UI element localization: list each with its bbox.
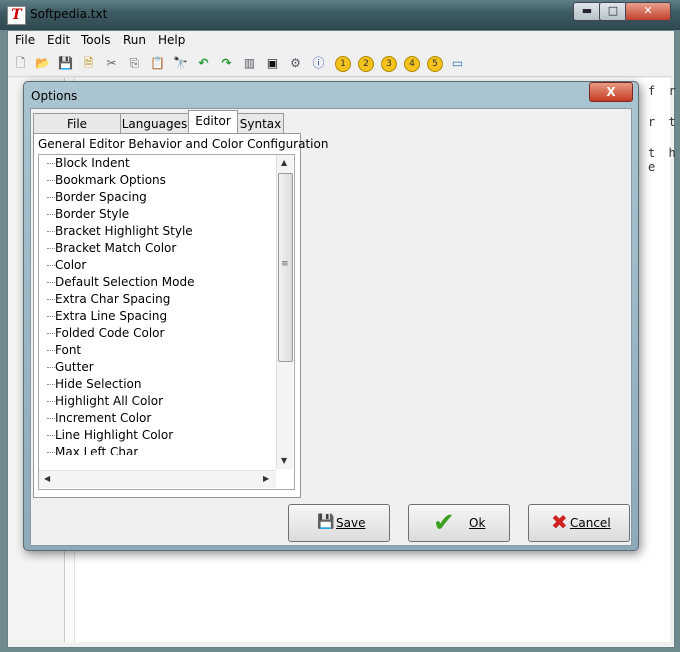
tree-connector xyxy=(47,180,55,182)
tree-connector xyxy=(47,265,55,267)
tree-connector xyxy=(47,384,55,386)
terminal-icon[interactable]: ▣ xyxy=(264,55,281,72)
tree-connector xyxy=(47,214,55,216)
cancel-button[interactable]: ✖ Cancel xyxy=(528,504,630,542)
grip-icon: ≡ xyxy=(281,259,289,269)
tree-connector xyxy=(47,333,55,335)
dialog-title: Options xyxy=(31,89,78,103)
tree-item[interactable]: Extra Line Spacing xyxy=(55,308,167,325)
ok-label: Ok xyxy=(469,516,486,530)
open-icon[interactable]: 📂 xyxy=(34,55,51,72)
minimize-button[interactable]: ▬ xyxy=(573,2,601,21)
redo-icon[interactable]: ↷ xyxy=(218,55,235,72)
editor-line: r t xyxy=(648,115,679,129)
tree-connector xyxy=(47,452,55,454)
tree-item[interactable]: Color xyxy=(55,257,86,274)
tree-connector xyxy=(47,248,55,250)
tree-item[interactable]: Folded Code Color xyxy=(55,325,164,342)
menu-run[interactable]: Run xyxy=(123,33,146,47)
tab-syntax[interactable]: Syntax xyxy=(237,113,284,134)
undo-icon[interactable]: ↶ xyxy=(195,55,212,72)
maximize-button[interactable]: □ xyxy=(599,2,627,21)
save-icon[interactable]: 💾 xyxy=(57,55,74,72)
num-4-icon[interactable]: 4 xyxy=(404,56,420,72)
tree-item[interactable]: Default Selection Mode xyxy=(55,274,194,291)
gear-icon[interactable]: ⚙ xyxy=(287,55,304,72)
tree-item[interactable]: Border Style xyxy=(55,206,129,223)
tree-connector xyxy=(47,367,55,369)
tree-item[interactable]: Hide Selection xyxy=(55,376,141,393)
tree-connector xyxy=(47,316,55,318)
editor-line: t h e xyxy=(648,146,679,174)
tab-languages[interactable]: Languages xyxy=(120,113,189,134)
tree-item[interactable]: Bookmark Options xyxy=(55,172,166,189)
cancel-label: Cancel xyxy=(570,516,611,530)
menu-help[interactable]: Help xyxy=(158,33,185,47)
new-icon[interactable]: 🗋 xyxy=(12,55,29,72)
tree-item[interactable]: Increment Color xyxy=(55,410,151,427)
tree-connector xyxy=(47,197,55,199)
window-title: Softpedia.txt xyxy=(30,7,108,21)
book-icon[interactable]: ▥ xyxy=(241,55,258,72)
tree-item[interactable]: Gutter xyxy=(55,359,94,376)
copy-icon[interactable]: ⎘ xyxy=(126,55,143,72)
num-1-icon[interactable]: 1 xyxy=(335,56,351,72)
ok-button[interactable]: ✔ Ok xyxy=(408,504,510,542)
num-5-icon[interactable]: 5 xyxy=(427,56,443,72)
tree-item[interactable]: Line Highlight Color xyxy=(55,427,173,444)
tree-connector xyxy=(47,418,55,420)
info-icon[interactable]: ⓘ xyxy=(310,55,327,72)
tree-item[interactable]: Bracket Highlight Style xyxy=(55,223,193,240)
paste-icon[interactable]: 📋 xyxy=(149,55,166,72)
group-caption: General Editor Behavior and Color Config… xyxy=(38,137,329,151)
tree-item[interactable]: Block Indent xyxy=(55,155,130,172)
tree-connector xyxy=(47,401,55,403)
x-icon: ✖ xyxy=(551,510,568,534)
tree-item[interactable]: Max Left Char xyxy=(55,444,138,455)
menu-tools[interactable]: Tools xyxy=(81,33,111,47)
window-icon[interactable]: ▭ xyxy=(449,55,466,72)
menu-edit[interactable]: Edit xyxy=(47,33,70,47)
tree-connector xyxy=(47,282,55,284)
tree-item[interactable]: Font xyxy=(55,342,81,359)
scroll-left-icon[interactable]: ◀ xyxy=(44,474,50,483)
tree-item[interactable]: Border Spacing xyxy=(55,189,147,206)
tree-connector xyxy=(47,350,55,352)
app-icon: T xyxy=(7,6,26,25)
checkmark-icon: ✔ xyxy=(433,508,455,538)
scroll-up-icon[interactable]: ▲ xyxy=(281,158,287,167)
tree-connector xyxy=(47,231,55,233)
close-button[interactable]: ✕ xyxy=(625,2,671,21)
floppy-icon: 💾 xyxy=(317,514,335,530)
tab-file-extentions[interactable]: File Extentions xyxy=(33,113,121,151)
tree-connector xyxy=(47,435,55,437)
tree-item[interactable]: Bracket Match Color xyxy=(55,240,176,257)
num-3-icon[interactable]: 3 xyxy=(381,56,397,72)
tree-connector xyxy=(47,163,55,165)
find-icon[interactable]: 🔭 xyxy=(172,55,189,72)
tree-item[interactable]: Extra Char Spacing xyxy=(55,291,170,308)
save-all-icon[interactable]: 🗎 xyxy=(80,55,97,72)
cut-icon[interactable]: ✂ xyxy=(103,55,120,72)
editor-line: f r xyxy=(648,84,679,98)
num-2-icon[interactable]: 2 xyxy=(358,56,374,72)
scroll-down-icon[interactable]: ▼ xyxy=(281,456,287,465)
horizontal-scrollbar[interactable] xyxy=(39,470,276,488)
save-button[interactable]: 💾 Save xyxy=(288,504,390,542)
dialog-close-button[interactable]: X xyxy=(589,82,633,102)
tree-item[interactable]: Highlight All Color xyxy=(55,393,163,410)
scroll-right-icon[interactable]: ▶ xyxy=(263,474,269,483)
tree-connector xyxy=(47,299,55,301)
tab-editor[interactable]: Editor xyxy=(188,110,238,135)
menu-file[interactable]: File xyxy=(15,33,35,47)
save-label: Save xyxy=(336,516,366,530)
